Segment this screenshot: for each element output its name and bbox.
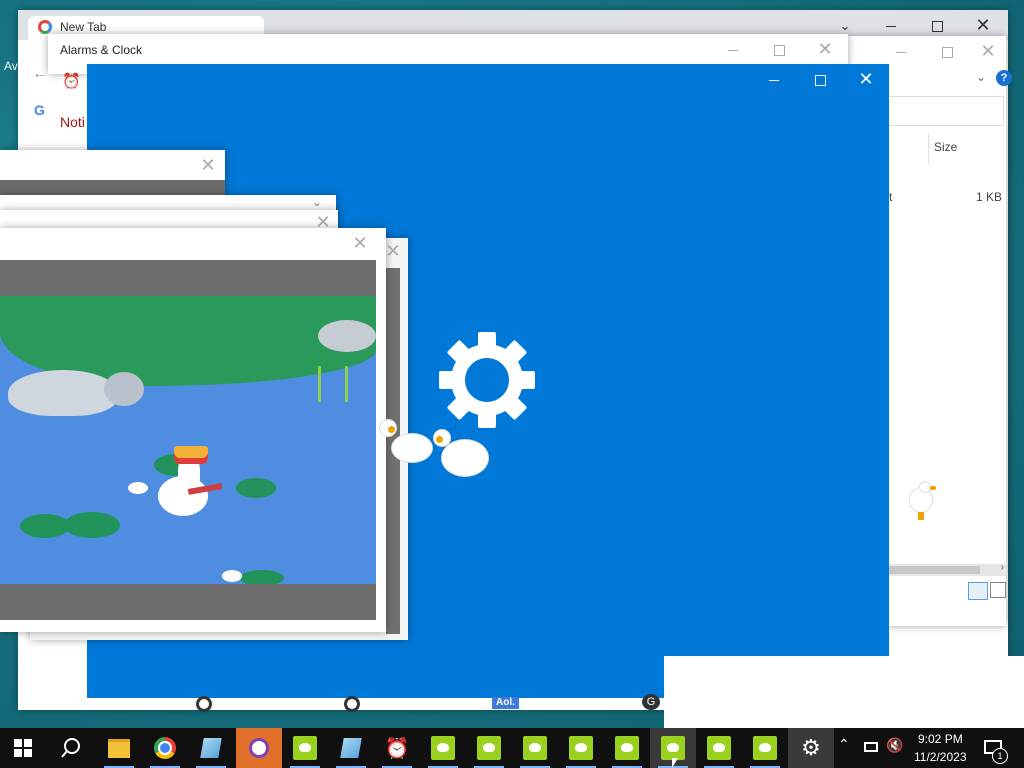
show-hidden-icons-chevron-icon[interactable]: ⌃ xyxy=(838,736,850,753)
taskbar-goose[interactable] xyxy=(466,728,512,768)
notepad-icon xyxy=(200,738,222,758)
alarm-clock-icon[interactable]: ⏰ xyxy=(62,72,81,90)
popup-panel[interactable] xyxy=(664,656,1024,728)
aol-label[interactable]: Aol. xyxy=(492,697,519,709)
taskbar-tor-browser[interactable] xyxy=(236,728,282,768)
goose-app-icon xyxy=(615,736,639,760)
taskbar-file-explorer[interactable] xyxy=(96,728,142,768)
explorer-maximize-button[interactable] xyxy=(924,36,970,68)
lily-pad xyxy=(240,570,284,584)
taskbar-notepad-2[interactable] xyxy=(328,728,374,768)
alarms-window-title: Alarms & Clock xyxy=(60,43,143,57)
tor-icon xyxy=(249,738,269,758)
water-lily-flower xyxy=(128,482,148,494)
taskbar-alarms[interactable]: ⏰ xyxy=(374,728,420,768)
bottom-left-ring-icon xyxy=(196,696,212,712)
goose-game-viewport[interactable] xyxy=(0,296,376,584)
alarms-close-button[interactable]: ✕ xyxy=(802,34,848,66)
taskbar-goose[interactable] xyxy=(742,728,788,768)
google-icon xyxy=(38,20,52,34)
explorer-column-divider xyxy=(928,134,929,164)
lily-pad xyxy=(236,478,276,498)
chrome-tab-title: New Tab xyxy=(60,20,107,34)
desktop-text-av: Av xyxy=(4,59,18,73)
chevron-down-icon[interactable]: ⌄ xyxy=(976,70,986,84)
large-icons-view-icon[interactable] xyxy=(990,582,1006,598)
taskbar-goose[interactable] xyxy=(696,728,742,768)
settings-close-button[interactable]: ✕ xyxy=(843,64,889,96)
pond-rock-small xyxy=(104,372,144,406)
notepad-icon xyxy=(340,738,362,758)
mouse-cursor-icon xyxy=(672,758,678,768)
crown-icon xyxy=(174,446,208,464)
help-icon[interactable]: ? xyxy=(996,70,1012,86)
network-icon[interactable] xyxy=(864,742,878,752)
explorer-row-letter: t xyxy=(889,190,893,204)
alarm-clock-icon: ⏰ xyxy=(384,737,410,760)
goose-game-window[interactable]: ✕ xyxy=(0,228,386,632)
search-button[interactable] xyxy=(48,728,94,768)
goose-app-icon xyxy=(661,736,685,760)
gear-icon: ⚙ xyxy=(801,735,821,761)
taskbar-goose[interactable] xyxy=(420,728,466,768)
taskbar-goose[interactable] xyxy=(604,728,650,768)
taskbar: ⏰ ⚙ ⌃ 🔇 9:02 PM 11/2/2023 1 xyxy=(0,728,1024,768)
explorer-close-button[interactable]: ✕ xyxy=(970,36,1006,68)
pond-rock-top xyxy=(318,320,376,352)
pond-rock xyxy=(8,370,118,416)
horizontal-scrollbar[interactable]: › xyxy=(888,562,1006,576)
back-arrow-icon[interactable]: ← xyxy=(32,65,48,83)
crowned-goose xyxy=(158,446,223,526)
start-button[interactable] xyxy=(0,728,46,768)
goose-app-icon xyxy=(707,736,731,760)
lily-pad xyxy=(64,512,120,538)
goose-app-icon xyxy=(753,736,777,760)
volume-muted-icon[interactable]: 🔇 xyxy=(886,738,903,754)
clock-time[interactable]: 9:02 PM xyxy=(918,732,963,746)
settings-maximize-button[interactable] xyxy=(797,64,843,96)
details-view-icon[interactable] xyxy=(968,582,988,600)
taskbar-goose[interactable] xyxy=(558,728,604,768)
water-lily-flower xyxy=(222,570,242,582)
goose-sprite xyxy=(378,410,498,500)
taskbar-chrome[interactable] xyxy=(142,728,188,768)
settings-minimize-button[interactable] xyxy=(751,64,797,96)
goose-app-icon xyxy=(293,736,317,760)
taskbar-settings[interactable]: ⚙ xyxy=(788,728,834,768)
goose-sprite xyxy=(904,482,940,520)
goose-app-icon xyxy=(431,736,455,760)
chrome-notification-text: Noti xyxy=(60,114,85,130)
google-small-icon: G xyxy=(34,102,45,118)
clock-date[interactable]: 11/2/2023 xyxy=(914,750,967,764)
alarms-maximize-button[interactable] xyxy=(756,34,802,66)
goose-app-icon xyxy=(523,736,547,760)
chrome-icon xyxy=(154,737,176,759)
explorer-search-box[interactable] xyxy=(888,96,1004,126)
goose-app-icon xyxy=(477,736,501,760)
bottom-mid-ring-icon xyxy=(344,696,360,712)
file-size-value: 1 KB xyxy=(976,190,1003,204)
reeds xyxy=(318,366,348,402)
taskbar-notepad[interactable] xyxy=(188,728,234,768)
size-column-header[interactable]: Size xyxy=(934,140,957,154)
windows-icon xyxy=(14,739,32,757)
goose-game-close-button[interactable]: ✕ xyxy=(342,228,378,260)
g-label[interactable]: G xyxy=(642,694,660,710)
folder-icon xyxy=(108,738,130,758)
taskbar-goose[interactable] xyxy=(282,728,328,768)
alarms-minimize-button[interactable] xyxy=(710,34,756,66)
chevron-down-icon[interactable]: ⌄ xyxy=(312,195,322,209)
search-icon xyxy=(61,738,80,758)
notification-count: 1 xyxy=(992,748,1008,764)
goose-app-icon xyxy=(569,736,593,760)
lily-pad xyxy=(20,514,70,538)
goose-window-close-button[interactable]: ✕ xyxy=(190,150,226,182)
taskbar-goose[interactable] xyxy=(512,728,558,768)
